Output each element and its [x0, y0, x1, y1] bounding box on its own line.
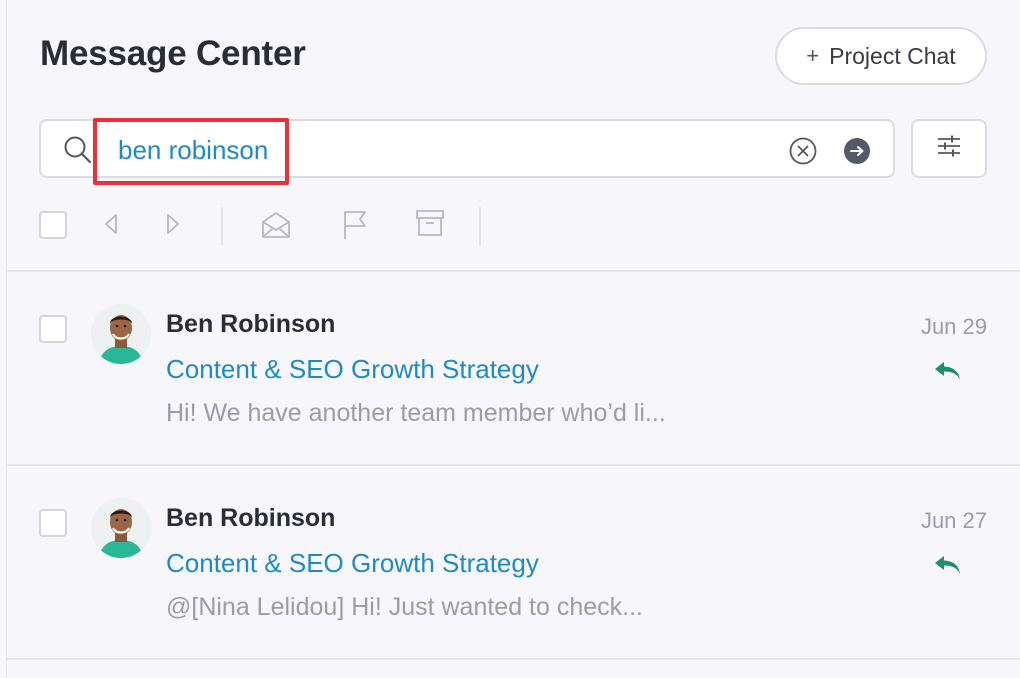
prev-icon[interactable]	[103, 213, 119, 240]
avatar	[91, 304, 151, 364]
go-arrow-icon[interactable]	[843, 137, 871, 170]
toolbar-separator	[221, 207, 223, 245]
message-date: Jun 27	[920, 508, 987, 533]
message-checkbox[interactable]	[39, 509, 67, 537]
message-row[interactable]: Ben Robinson Content & SEO Growth Strate…	[7, 272, 1020, 464]
search-icon	[63, 135, 93, 170]
message-checkbox[interactable]	[39, 315, 67, 343]
page-title: Message Center	[40, 34, 306, 73]
clear-icon[interactable]	[789, 137, 817, 170]
search-input[interactable]: ben robinson	[39, 119, 895, 178]
avatar	[91, 498, 151, 558]
mark-read-icon[interactable]	[261, 211, 291, 244]
select-all-checkbox[interactable]	[39, 211, 67, 239]
message-preview: Hi! We have another team member who’d li…	[166, 399, 666, 427]
toolbar-separator	[479, 207, 481, 245]
message-date: Jun 29	[920, 314, 987, 339]
plus-icon: +	[806, 43, 820, 68]
search-query-text[interactable]: ben robinson	[118, 135, 268, 166]
filter-button[interactable]	[911, 119, 987, 178]
divider	[7, 658, 1020, 660]
message-sender: Ben Robinson	[166, 504, 336, 532]
message-subject[interactable]: Content & SEO Growth Strategy	[166, 354, 539, 385]
reply-icon	[933, 360, 963, 387]
message-center-panel: Message Center + Project Chat ben robins…	[6, 0, 1020, 678]
sliders-icon	[936, 133, 962, 164]
message-subject[interactable]: Content & SEO Growth Strategy	[166, 548, 539, 579]
flag-icon[interactable]	[341, 209, 369, 246]
message-toolbar	[39, 205, 519, 245]
reply-icon	[933, 554, 963, 581]
archive-icon[interactable]	[415, 209, 445, 242]
project-chat-button[interactable]: + Project Chat	[775, 27, 987, 85]
message-preview: @[Nina Lelidou] Hi! Just wanted to check…	[166, 593, 644, 621]
message-sender: Ben Robinson	[166, 310, 336, 338]
next-icon[interactable]	[165, 213, 181, 240]
project-chat-label: Project Chat	[829, 42, 956, 69]
message-row[interactable]: Ben Robinson Content & SEO Growth Strate…	[7, 466, 1020, 658]
